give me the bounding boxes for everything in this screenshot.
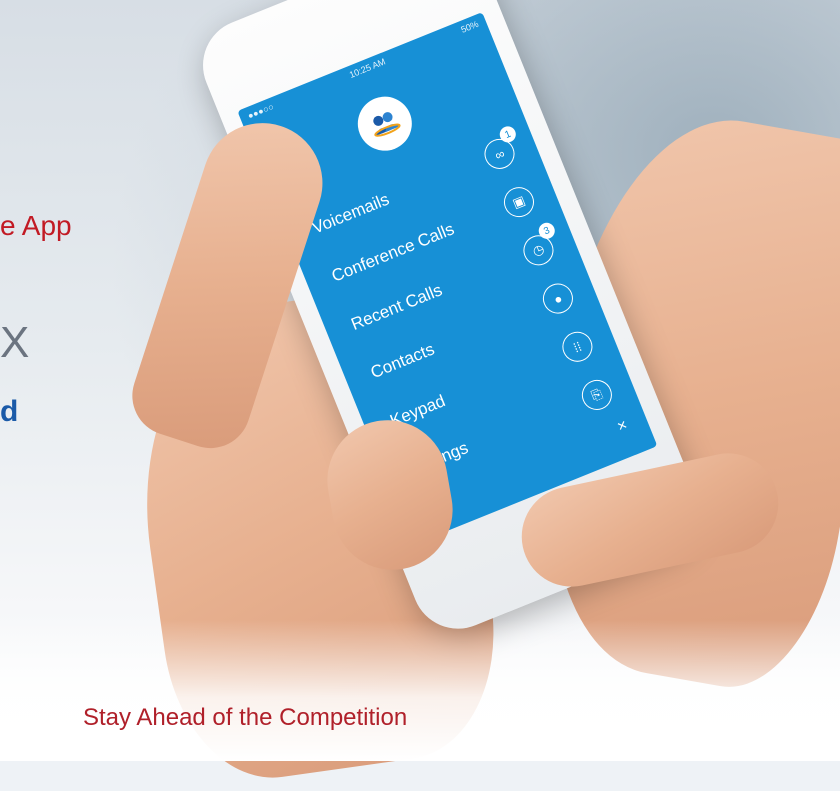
status-time: 10:25 AM — [347, 56, 387, 80]
headline-line-3: d — [0, 395, 19, 428]
badge-count: 1 — [497, 123, 519, 145]
battery-indicator: 50% — [459, 18, 480, 35]
voicemail-icon: ∞ 1 — [479, 123, 520, 174]
keypad-icon: ⁞⁞ — [557, 327, 597, 367]
calendar-icon: ▣ — [499, 182, 539, 222]
signal-indicator: ●●●○○ — [246, 101, 276, 121]
menu-label: Contacts — [367, 339, 438, 383]
settings-icon: ⎘ — [577, 375, 617, 415]
headline-line-2: X — [0, 318, 30, 367]
badge-count: 3 — [536, 220, 558, 242]
clock-icon: ◷ 3 — [518, 220, 558, 270]
person-icon: ● — [538, 279, 578, 319]
app-logo-icon — [349, 88, 420, 159]
headline-line-1: e App — [0, 210, 72, 241]
tagline: Stay Ahead of the Competition — [83, 704, 408, 731]
bottom-fade — [0, 620, 840, 761]
